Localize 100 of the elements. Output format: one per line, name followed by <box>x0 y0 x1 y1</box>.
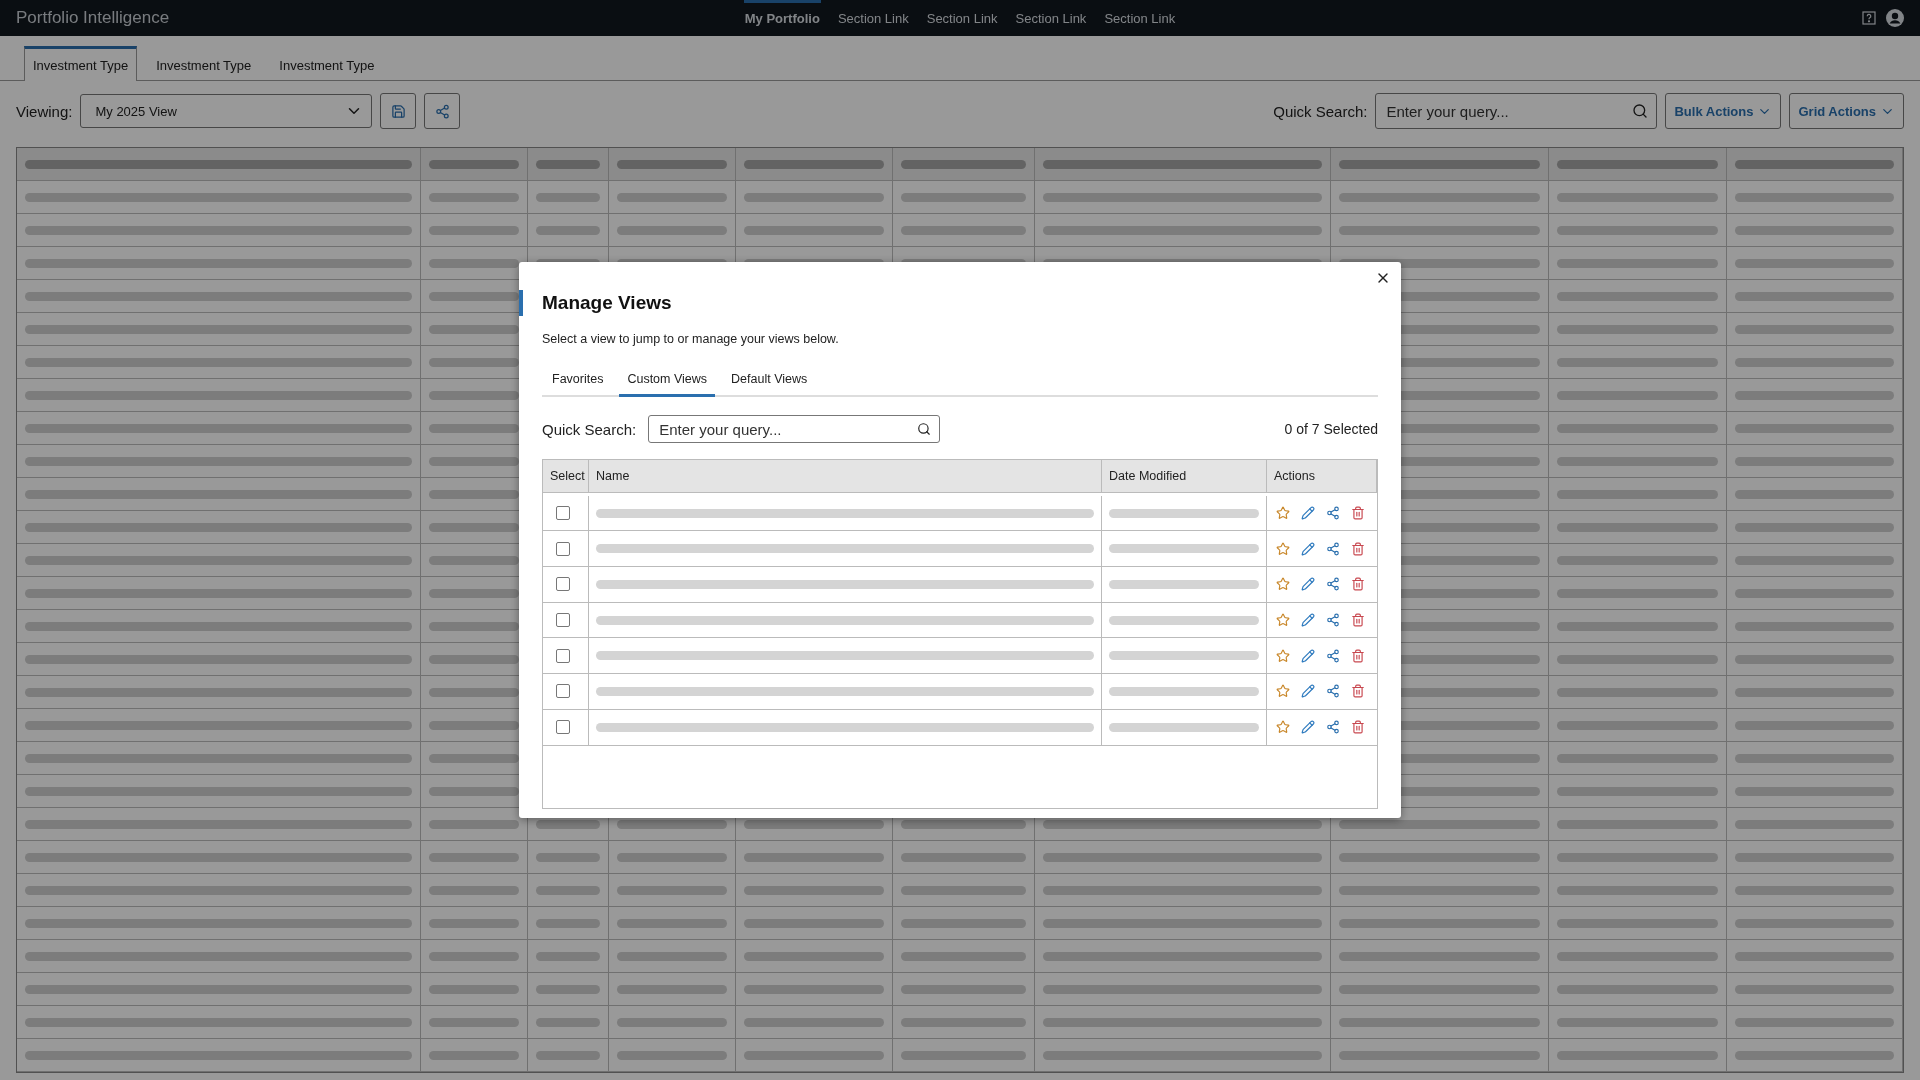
page-tab[interactable]: Investment Type <box>270 46 384 81</box>
star-button[interactable] <box>1274 648 1292 663</box>
delete-button[interactable] <box>1349 506 1367 521</box>
delete-button[interactable] <box>1349 684 1367 699</box>
star-button[interactable] <box>1274 720 1292 735</box>
dialog-title: Manage Views <box>542 292 672 314</box>
row-checkbox[interactable] <box>556 648 570 663</box>
skeleton-bar <box>536 918 600 928</box>
search-field[interactable]: Enter your query... <box>1375 93 1658 129</box>
row-checkbox[interactable] <box>556 684 570 699</box>
row-checkbox[interactable] <box>556 613 570 628</box>
delete-button[interactable] <box>1349 541 1367 556</box>
pencil-icon <box>1301 577 1315 592</box>
skeleton-bar <box>536 192 600 202</box>
row-checkbox[interactable] <box>556 577 570 592</box>
share-button[interactable] <box>1324 648 1342 663</box>
dropdown-button[interactable]: Bulk Actions <box>1665 93 1782 129</box>
help-icon[interactable] <box>1862 11 1876 25</box>
dialog-tab[interactable]: Favorites <box>544 366 612 397</box>
share-button[interactable] <box>1324 506 1342 521</box>
search-icon <box>917 422 932 436</box>
share-icon <box>1326 720 1340 735</box>
page-tab[interactable]: Investment Type <box>147 46 261 81</box>
view-select[interactable]: My 2025 View <box>80 94 373 128</box>
nav-link[interactable]: Section Link <box>1103 0 1177 36</box>
trash-icon <box>1351 720 1365 735</box>
skeleton-bar <box>536 852 600 862</box>
trash-icon <box>1351 541 1365 556</box>
dialog-description: Select a view to jump to or manage your views below. <box>542 332 840 346</box>
column-header: Date Modified <box>1102 460 1267 493</box>
title-accent-bar <box>519 290 523 316</box>
skeleton-bar <box>536 159 600 169</box>
share-icon <box>1326 577 1340 592</box>
pencil-icon <box>1301 648 1315 663</box>
pencil-icon <box>1301 506 1315 521</box>
share-button[interactable] <box>424 93 461 129</box>
save-icon <box>390 103 406 119</box>
star-icon <box>1276 541 1290 556</box>
trash-icon <box>1351 613 1365 628</box>
skeleton-bar <box>536 951 600 961</box>
pencil-icon <box>1301 720 1315 735</box>
skeleton-bar <box>536 1050 600 1060</box>
skeleton-bar <box>536 885 600 895</box>
delete-button[interactable] <box>1349 720 1367 735</box>
app-title: Portfolio Intelligence <box>16 8 171 28</box>
user-avatar-icon[interactable] <box>1886 9 1904 27</box>
share-button[interactable] <box>1324 613 1342 628</box>
share-button[interactable] <box>1324 577 1342 592</box>
dropdown-button[interactable]: Grid Actions <box>1789 93 1904 129</box>
row-checkbox[interactable] <box>556 720 570 735</box>
share-icon <box>1326 613 1340 628</box>
row-checkbox[interactable] <box>556 506 570 521</box>
star-button[interactable] <box>1274 577 1292 592</box>
trash-icon <box>1351 577 1365 592</box>
share-icon <box>1326 648 1340 663</box>
trash-icon <box>1351 648 1365 663</box>
star-button[interactable] <box>1274 684 1292 699</box>
skeleton-bar <box>536 819 600 829</box>
quick-search-label: Quick Search: <box>1273 102 1368 120</box>
pencil-icon <box>1301 613 1315 628</box>
search-field[interactable]: Enter your query... <box>648 415 941 443</box>
share-button[interactable] <box>1324 720 1342 735</box>
edit-button[interactable] <box>1299 684 1317 699</box>
search-icon <box>1632 103 1649 119</box>
pencil-icon <box>1301 684 1315 699</box>
dialog-tab[interactable]: Custom Views <box>619 366 716 397</box>
edit-button[interactable] <box>1299 648 1317 663</box>
nav-link[interactable]: My Portfolio <box>743 0 821 36</box>
delete-button[interactable] <box>1349 613 1367 628</box>
star-button[interactable] <box>1274 506 1292 521</box>
skeleton-bar <box>536 225 600 235</box>
edit-button[interactable] <box>1299 506 1317 521</box>
skeleton-bar <box>536 984 600 994</box>
share-button[interactable] <box>1324 684 1342 699</box>
star-icon <box>1276 684 1290 699</box>
share-icon <box>1326 684 1340 699</box>
pencil-icon <box>1301 541 1315 556</box>
star-button[interactable] <box>1274 541 1292 556</box>
star-icon <box>1276 720 1290 735</box>
nav-link[interactable]: Section Link <box>836 0 910 36</box>
nav-link[interactable]: Section Link <box>1014 0 1088 36</box>
delete-button[interactable] <box>1349 577 1367 592</box>
trash-icon <box>1351 506 1365 521</box>
edit-button[interactable] <box>1299 613 1317 628</box>
page-tab[interactable]: Investment Type <box>24 46 138 81</box>
row-checkbox[interactable] <box>556 541 570 556</box>
delete-button[interactable] <box>1349 648 1367 663</box>
save-button[interactable] <box>380 93 417 129</box>
share-icon <box>1326 506 1340 521</box>
selection-count: 0 of 7 Selected <box>1284 421 1378 437</box>
edit-button[interactable] <box>1299 541 1317 556</box>
star-button[interactable] <box>1274 613 1292 628</box>
dialog-tab[interactable]: Default Views <box>723 366 816 397</box>
skeleton-bar <box>536 1017 600 1027</box>
nav-link[interactable]: Section Link <box>925 0 999 36</box>
share-button[interactable] <box>1324 541 1342 556</box>
edit-button[interactable] <box>1299 720 1317 735</box>
star-icon <box>1276 648 1290 663</box>
edit-button[interactable] <box>1299 577 1317 592</box>
share-icon <box>434 103 450 119</box>
